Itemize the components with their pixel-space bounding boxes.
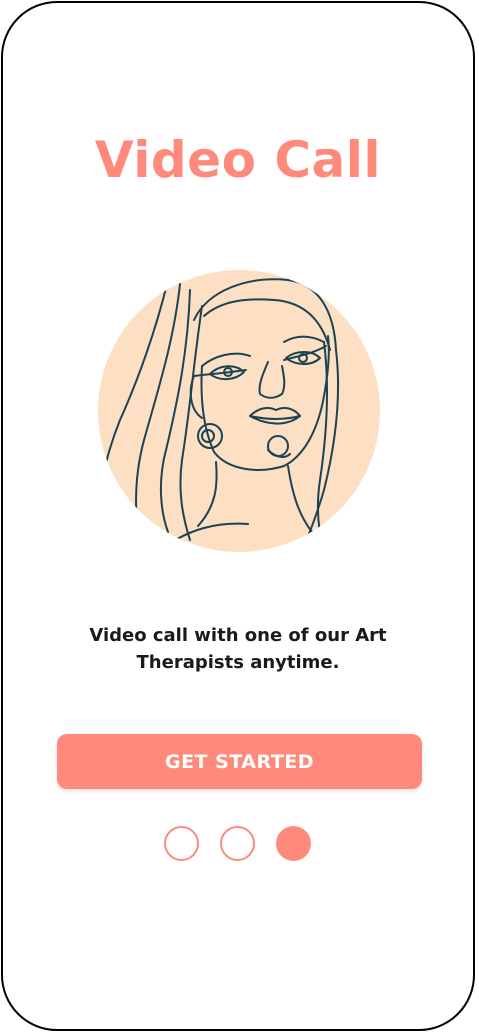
page-dot-3[interactable] [275,826,311,861]
get-started-button[interactable]: GET STARTED [57,734,422,789]
screen-title: Video Call [94,131,382,189]
page-dot-1[interactable] [163,826,199,861]
description-text: Video call with one of our Art Therapist… [89,625,387,673]
line-art-woman-portrait-icon [98,270,380,552]
phone-frame: Video Call Video call with one of our Ar… [1,1,475,1031]
page-indicator [3,826,472,862]
therapist-illustration [98,270,380,552]
page-dot-2[interactable] [219,826,255,861]
